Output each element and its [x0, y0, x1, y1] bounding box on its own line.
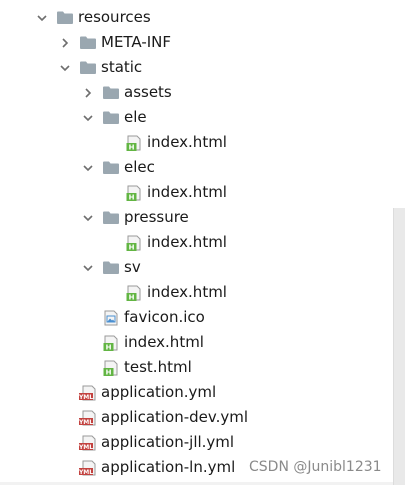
svg-text:H: H: [106, 368, 112, 376]
html-file-icon: H: [125, 185, 143, 201]
svg-text:YML: YML: [79, 394, 93, 401]
folder-icon: [56, 10, 74, 26]
folder-icon: [102, 260, 120, 276]
svg-text:H: H: [129, 243, 135, 251]
tree-item-application-dev-yml[interactable]: YML application-dev.yml: [0, 405, 392, 430]
tree-item-label: favicon.ico: [124, 308, 205, 326]
folder-icon: [79, 60, 97, 76]
tree-item-favicon-ico[interactable]: favicon.ico: [0, 305, 392, 330]
tree-item-label: static: [101, 58, 143, 76]
chevron-down-icon[interactable]: [34, 10, 50, 26]
chevron-right-icon[interactable]: [57, 35, 73, 51]
yml-file-icon: YML: [79, 460, 97, 476]
tree-item-label: assets: [124, 83, 172, 101]
tree-item-label: index.html: [147, 183, 227, 201]
chevron-down-icon[interactable]: [80, 260, 96, 276]
tree-item-label: index.html: [124, 333, 204, 351]
tree-item-label: index.html: [147, 233, 227, 251]
svg-text:YML: YML: [79, 444, 93, 451]
html-file-icon: H: [102, 335, 120, 351]
tree-item-label: resources: [78, 8, 151, 26]
tree-item-index-html[interactable]: Hindex.html: [0, 280, 392, 305]
tree-item-index-html[interactable]: Hindex.html: [0, 180, 392, 205]
chevron-down-icon[interactable]: [80, 160, 96, 176]
tree-item-ele[interactable]: ele: [0, 105, 392, 130]
svg-text:H: H: [129, 293, 135, 301]
chevron-right-icon[interactable]: [80, 85, 96, 101]
chevron-down-icon[interactable]: [80, 110, 96, 126]
tree-item-label: ele: [124, 108, 147, 126]
tree-item-label: META-INF: [101, 33, 172, 51]
tree-item-test-html[interactable]: Htest.html: [0, 355, 392, 380]
yml-file-icon: YML: [79, 385, 97, 401]
html-file-icon: H: [125, 135, 143, 151]
tree-item-meta-inf[interactable]: META-INF: [0, 30, 392, 55]
folder-icon: [79, 35, 97, 51]
tree-item-static[interactable]: static: [0, 55, 392, 80]
image-file-icon: [102, 310, 120, 326]
tree-item-label: pressure: [124, 208, 189, 226]
tree-item-application-jll-yml[interactable]: YML application-jll.yml: [0, 430, 392, 455]
svg-text:H: H: [129, 143, 135, 151]
tree-item-label: application-jll.yml: [101, 433, 235, 451]
tree-item-index-html[interactable]: Hindex.html: [0, 330, 392, 355]
tree-item-index-html[interactable]: Hindex.html: [0, 230, 392, 255]
tree-item-pressure[interactable]: pressure: [0, 205, 392, 230]
folder-icon: [102, 110, 120, 126]
tree-item-label: test.html: [124, 358, 192, 376]
yml-file-icon: YML: [79, 435, 97, 451]
svg-text:YML: YML: [79, 419, 93, 426]
chevron-down-icon[interactable]: [80, 210, 96, 226]
top-edge-fragment: [226, 0, 376, 3]
chevron-down-icon[interactable]: [57, 60, 73, 76]
tree-item-application-yml[interactable]: YML application.yml: [0, 380, 392, 405]
tree-item-sv[interactable]: sv: [0, 255, 392, 280]
folder-icon: [102, 210, 120, 226]
svg-text:H: H: [129, 193, 135, 201]
tree-item-elec[interactable]: elec: [0, 155, 392, 180]
tree-item-label: application-ln.yml: [101, 458, 236, 476]
tree-item-label: application-dev.yml: [101, 408, 249, 426]
tree-item-resources[interactable]: resources: [0, 5, 392, 30]
tree-item-index-html[interactable]: Hindex.html: [0, 130, 392, 155]
html-file-icon: H: [125, 285, 143, 301]
html-file-icon: H: [102, 360, 120, 376]
tree-item-assets[interactable]: assets: [0, 80, 392, 105]
tree-item-label: elec: [124, 158, 155, 176]
project-file-tree: resources META-INF static assets ele Hindex.h…: [0, 0, 405, 485]
tree-item-label: sv: [124, 258, 141, 276]
folder-icon: [102, 85, 120, 101]
html-file-icon: H: [125, 235, 143, 251]
folder-icon: [102, 160, 120, 176]
tree-item-label: index.html: [147, 133, 227, 151]
yml-file-icon: YML: [79, 410, 97, 426]
svg-text:YML: YML: [79, 469, 93, 476]
watermark-text: CSDN @Junibl1231: [249, 459, 382, 475]
vertical-scrollbar[interactable]: [393, 208, 405, 485]
tree-item-label: application.yml: [101, 383, 217, 401]
tree-item-label: index.html: [147, 283, 227, 301]
svg-text:H: H: [106, 343, 112, 351]
